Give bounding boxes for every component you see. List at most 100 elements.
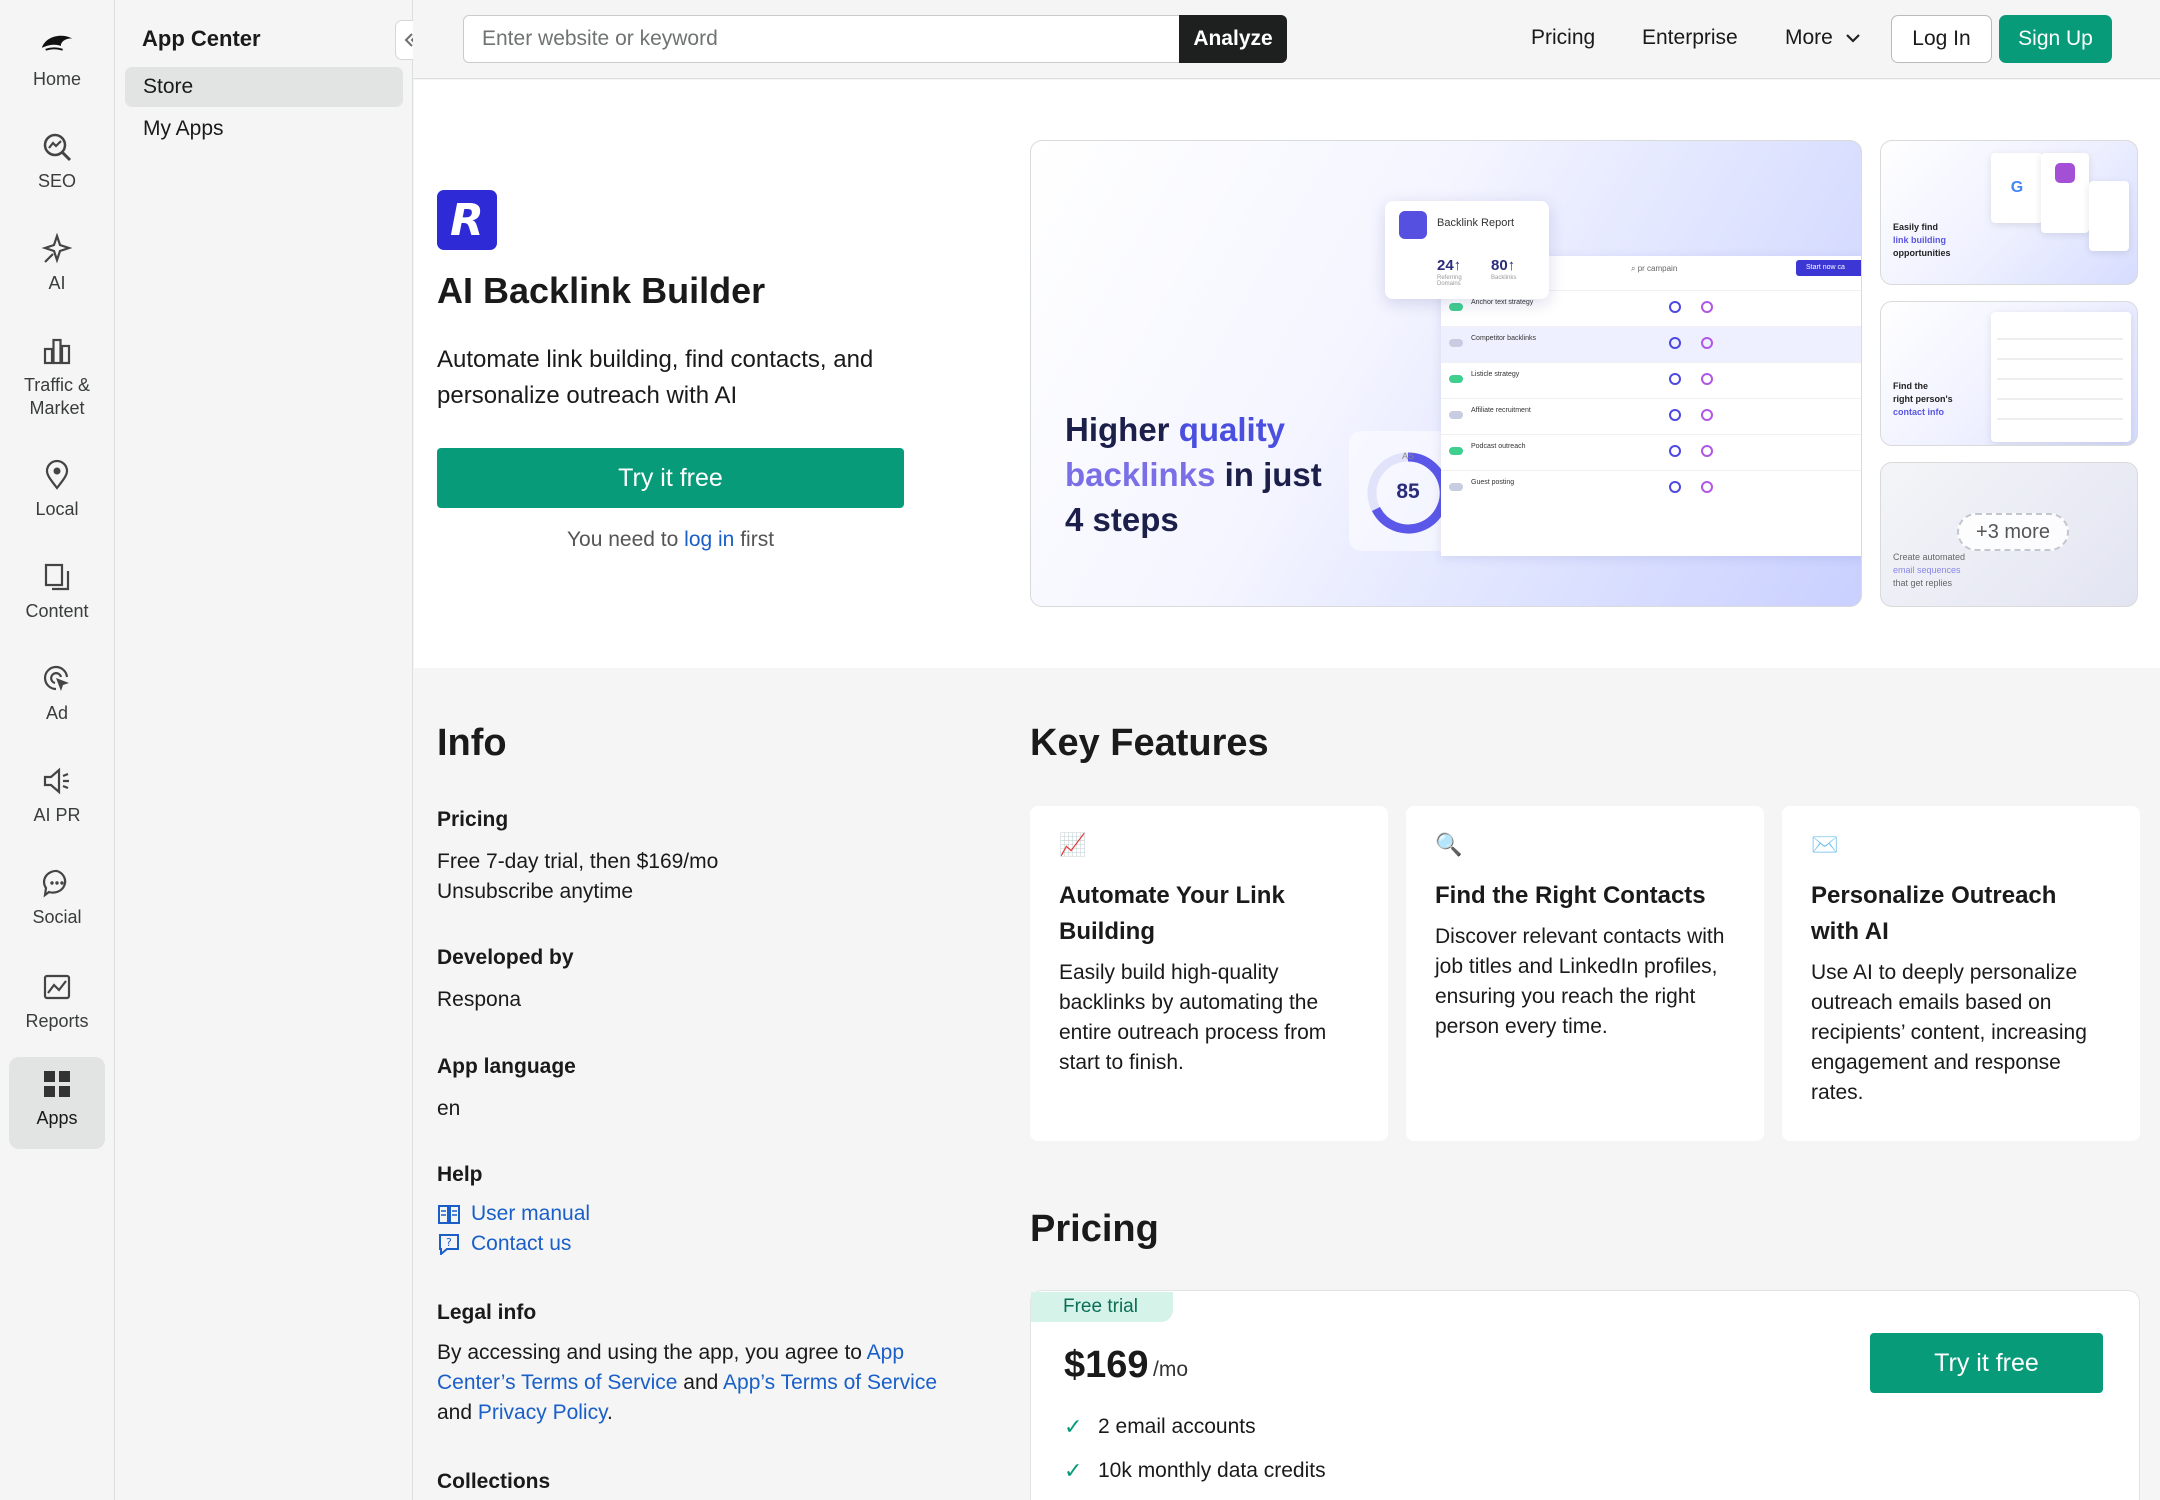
nav-label: Ad — [45, 703, 69, 723]
nav-label: Reports — [25, 1011, 89, 1031]
more-screenshots-badge[interactable]: +3 more — [1957, 513, 2069, 551]
ad-icon — [40, 662, 74, 696]
plan-try-free-button[interactable]: Try it free — [1870, 1333, 2103, 1393]
start-campaign-button: Start now ca — [1796, 260, 1861, 276]
progress-ring-icon — [1701, 373, 1713, 385]
nav-traffic-market[interactable]: Traffic & Market — [9, 324, 105, 428]
top-bar: Analyze Pricing Enterprise More Log In S… — [413, 0, 2160, 79]
caption-line: that get replies — [1893, 578, 1953, 588]
nav-label: Traffic & Market — [23, 375, 90, 418]
feature-card: ✉️ Personalize Outreach with AI Use AI t… — [1782, 806, 2140, 1141]
free-trial-badge: Free trial — [1031, 1292, 1173, 1322]
info-language-value: en — [437, 1097, 461, 1120]
screenshot-thumb-3-more[interactable]: +3 more Create automated email sequences… — [1880, 462, 2138, 607]
progress-ring-icon — [1701, 337, 1713, 349]
info-help-label: Help — [437, 1163, 483, 1186]
table-search: ⌕ pr campain — [1631, 264, 1678, 273]
magnifier-icon: 🔍 — [1435, 832, 1463, 857]
panel-title: App Center — [142, 26, 261, 51]
table-line — [1997, 398, 2123, 400]
progress-ring-icon — [1701, 301, 1713, 313]
headline-word: in just — [1224, 456, 1322, 493]
envelope-icon: ✉️ — [1811, 832, 1839, 857]
top-link-enterprise[interactable]: Enterprise — [1642, 26, 1738, 50]
table-line — [1997, 338, 2123, 340]
headline-word: Higher — [1065, 411, 1170, 448]
nav-ad[interactable]: Ad — [9, 652, 105, 744]
nav-social[interactable]: Social — [9, 856, 105, 948]
caption-line: Create automated — [1893, 552, 1966, 562]
check-icon: ✓ — [1064, 1414, 1083, 1439]
nav-reports[interactable]: Reports — [9, 960, 105, 1052]
analyze-button[interactable]: Analyze — [1179, 15, 1287, 63]
legal-sentence: and — [437, 1401, 473, 1424]
thumb-2-caption: Find the right person's contact info — [1893, 380, 1953, 419]
svg-text:?: ? — [446, 1236, 452, 1249]
nav-ai-pr[interactable]: AI PR — [9, 754, 105, 846]
backlink-table: ⌕ pr campain Start now ca Anchor text st… — [1441, 256, 1861, 556]
row-title: Affiliate recruitment — [1471, 407, 1531, 414]
screenshot-thumb-1[interactable]: G Easily find link building opportunitie… — [1880, 140, 2138, 285]
screenshot-main[interactable]: Higher quality backlinks in just 4 steps… — [1030, 140, 1862, 607]
top-link-more[interactable]: More — [1785, 26, 1861, 50]
row-title: Listicle strategy — [1471, 371, 1520, 378]
chevron-down-icon — [1846, 34, 1860, 43]
caption-line: Find the — [1893, 381, 1928, 391]
nav-label: Local — [35, 499, 79, 519]
signup-button[interactable]: Sign Up — [1999, 15, 2112, 63]
login-link[interactable]: log in — [684, 528, 734, 551]
nav-content[interactable]: Content — [9, 550, 105, 642]
chart-up-icon: 📈 — [1059, 832, 1087, 857]
table-line — [1997, 358, 2123, 360]
nav-local[interactable]: Local — [9, 448, 105, 540]
plan-perk: ✓ 2 email accounts — [1064, 1414, 1256, 1440]
podcast-card — [2041, 153, 2089, 233]
progress-ring-icon — [1669, 481, 1681, 493]
contact-us-label: Contact us — [471, 1232, 572, 1255]
nav-label: Social — [32, 907, 82, 927]
table-line — [1997, 418, 2123, 420]
legal-text: By accessing and using the app, you agre… — [437, 1338, 937, 1428]
try-free-button[interactable]: Try it free — [437, 448, 904, 508]
report-stat-2-label: Backlinks — [1491, 275, 1517, 281]
privacy-policy-link[interactable]: Privacy Policy — [478, 1401, 607, 1424]
toggle-icon — [1449, 411, 1463, 419]
google-icon: G — [2010, 179, 2024, 196]
nav-home[interactable]: Home — [9, 18, 105, 110]
headline-word: quality — [1178, 411, 1286, 448]
nav-label: AI PR — [33, 805, 81, 825]
app-tos-link[interactable]: App’s Terms of Service — [723, 1371, 937, 1394]
caption-line: Easily find — [1893, 222, 1939, 232]
screenshot-thumb-2[interactable]: Find the right person's contact info — [1880, 301, 2138, 446]
info-heading: Info — [437, 722, 507, 764]
check-icon: ✓ — [1064, 1458, 1083, 1483]
panel-item-store[interactable]: Store — [125, 67, 403, 107]
user-manual-link[interactable]: User manual — [437, 1202, 590, 1226]
info-collections-label: Collections — [437, 1470, 551, 1493]
progress-ring-icon — [1669, 409, 1681, 421]
info-pricing-value: Free 7-day trial, then $169/mo — [437, 850, 719, 873]
nav-seo[interactable]: SEO — [9, 120, 105, 212]
home-icon — [40, 28, 74, 62]
table-search-text: pr campain — [1637, 264, 1678, 273]
caption-line: contact info — [1893, 407, 1944, 417]
key-features-heading: Key Features — [1030, 722, 1269, 764]
row-title: Competitor backlinks — [1471, 335, 1536, 342]
megaphone-icon — [40, 764, 74, 798]
help-chat-icon: ? — [439, 1234, 459, 1255]
notice-text: first — [740, 528, 775, 551]
more-label: More — [1785, 26, 1833, 49]
caption-line: right person's — [1893, 394, 1953, 404]
contact-us-link[interactable]: ? Contact us — [437, 1232, 571, 1256]
traffic-market-icon — [40, 334, 74, 368]
nav-apps[interactable]: Apps — [9, 1057, 105, 1149]
top-link-pricing[interactable]: Pricing — [1531, 26, 1595, 50]
feature-title: Personalize Outreach with AI — [1811, 882, 2057, 945]
login-button[interactable]: Log In — [1891, 15, 1992, 63]
search-input[interactable] — [463, 15, 1181, 63]
panel-item-my-apps[interactable]: My Apps — [125, 109, 403, 149]
nav-ai[interactable]: AI — [9, 222, 105, 314]
notice-text: You need to — [566, 528, 679, 551]
report-card: Backlink Report 24↑ 80↑ Referring Domain… — [1385, 201, 1549, 299]
app-name: AI Backlink Builder — [437, 270, 766, 311]
